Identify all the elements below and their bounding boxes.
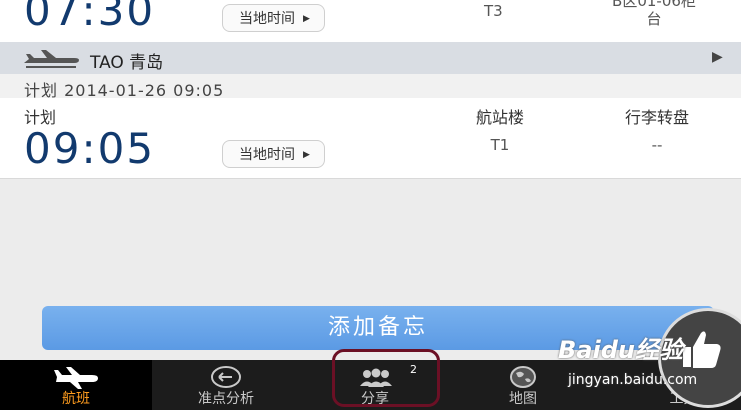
arrival-local-time-button[interactable]: 当地时间 ▶ [222, 140, 325, 168]
expand-arrow-icon: ▶ [712, 49, 723, 65]
arrival-time: 09:05 [24, 124, 156, 173]
triangle-right-icon: ▶ [303, 150, 310, 160]
checkin-counter-line2: 台 [646, 10, 662, 28]
departure-time: 07:30 [24, 0, 156, 35]
airplane-landing-icon [24, 50, 79, 68]
departure-row: 07:30 当地时间 ▶ T3 B区01-06柜 台 [0, 0, 741, 42]
checkin-counter-line1: B区01-06柜 [612, 0, 696, 10]
arrival-airport-header[interactable]: TAO 青岛 ▶ [0, 42, 741, 74]
triangle-right-icon: ▶ [303, 14, 310, 24]
tab-label: 地图 [509, 391, 537, 407]
arrival-scheduled-bar: 计划 2014-01-26 09:05 [0, 74, 741, 100]
terminal-header: 航站楼 [475, 108, 524, 127]
arrival-airport-name: TAO 青岛 [90, 53, 164, 73]
thumbs-up-icon [683, 331, 721, 368]
local-time-label: 当地时间 [239, 11, 295, 27]
departure-local-time-button[interactable]: 当地时间 ▶ [222, 4, 325, 32]
tab-on-time-analysis[interactable]: 准点分析 [152, 360, 300, 410]
tab-label: 准点分析 [198, 391, 254, 407]
departure-terminal: T3 [484, 2, 503, 20]
baggage-header: 行李转盘 [624, 108, 689, 127]
baidu-watermark-url: jingyan.baidu.com [568, 372, 698, 388]
checkin-counter: B区01-06柜 台 [584, 0, 724, 28]
baggage-carousel: -- [651, 136, 663, 154]
globe-icon [510, 366, 536, 388]
baidu-watermark-logo: Baidu经验 [558, 336, 683, 364]
arrival-row: 计划 09:05 当地时间 ▶ 航站楼 T1 行李转盘 -- [0, 98, 741, 179]
arrival-terminal: T1 [490, 136, 510, 154]
airplane-icon [54, 367, 98, 389]
tab-flights[interactable]: 航班 [0, 360, 152, 410]
tab-label: 航班 [62, 391, 90, 407]
share-tab-highlight [332, 349, 440, 407]
local-time-label: 当地时间 [239, 147, 295, 163]
back-arrow-circle-icon [211, 366, 241, 388]
